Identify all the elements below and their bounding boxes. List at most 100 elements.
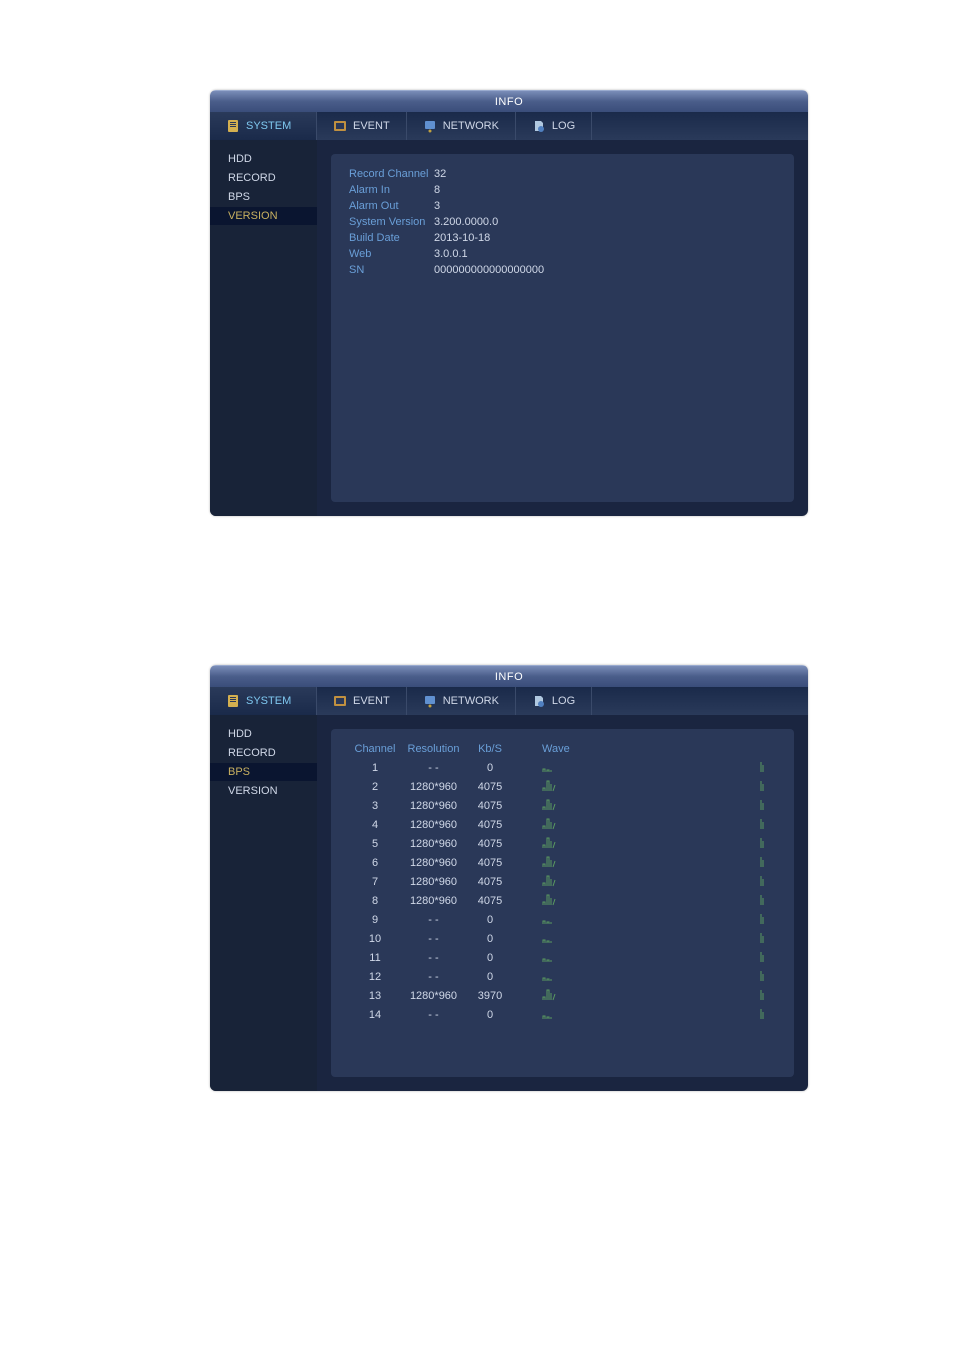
table-row: 31280*9604075 — [349, 797, 776, 814]
cell-resolution: 1280*960 — [401, 876, 466, 888]
cell-resolution: 1280*960 — [401, 781, 466, 793]
system-icon — [226, 694, 240, 708]
wave-icon — [514, 1006, 542, 1023]
cell-channel: 6 — [349, 857, 401, 869]
tab-label: SYSTEM — [246, 120, 291, 132]
cell-kbs: 0 — [466, 1009, 514, 1021]
wave-icon — [514, 835, 542, 852]
info-value: 2013-10-18 — [434, 232, 490, 244]
table-body: 1- -021280*960407531280*960407541280*960… — [349, 759, 776, 1023]
content-area: Record Channel 32 Alarm In 8 Alarm Out 3… — [317, 140, 808, 516]
sidebar-item-version[interactable]: VERSION — [210, 207, 317, 225]
cell-channel: 7 — [349, 876, 401, 888]
cell-channel: 11 — [349, 952, 401, 964]
cell-channel: 8 — [349, 895, 401, 907]
wave-icon — [542, 759, 776, 776]
cell-resolution: - - — [401, 914, 466, 926]
sidebar-item-bps[interactable]: BPS — [210, 763, 317, 781]
wave-icon — [514, 816, 542, 833]
cell-channel: 14 — [349, 1009, 401, 1021]
info-label: Alarm Out — [349, 200, 434, 212]
tab-label: SYSTEM — [246, 695, 291, 707]
cell-kbs: 4075 — [466, 895, 514, 907]
system-icon — [226, 119, 240, 133]
network-icon — [423, 694, 437, 708]
info-label: SN — [349, 264, 434, 276]
network-icon — [423, 119, 437, 133]
sidebar-item-bps[interactable]: BPS — [210, 188, 317, 206]
info-value: 8 — [434, 184, 440, 196]
wave-icon — [542, 949, 776, 966]
col-header-channel: Channel — [349, 743, 401, 755]
tab-bar: SYSTEM EVENT NETWORK LOG — [210, 687, 808, 715]
sidebar-item-version[interactable]: VERSION — [210, 782, 317, 800]
table-header: Channel Resolution Kb/S Wave — [349, 743, 776, 755]
tab-system[interactable]: SYSTEM — [210, 687, 317, 715]
col-header-resolution: Resolution — [401, 743, 466, 755]
sidebar-item-hdd[interactable]: HDD — [210, 725, 317, 743]
wave-icon — [514, 930, 542, 947]
cell-channel: 9 — [349, 914, 401, 926]
sidebar-item-record[interactable]: RECORD — [210, 169, 317, 187]
window-title: INFO — [210, 665, 808, 687]
wave-icon — [542, 797, 776, 814]
info-window-version: INFO SYSTEM EVENT NETWORK LOG — [210, 90, 808, 516]
table-row: 12- -0 — [349, 968, 776, 985]
tab-label: LOG — [552, 120, 575, 132]
info-row-sn: SN 000000000000000000 — [349, 264, 776, 276]
tab-log[interactable]: LOG — [516, 687, 592, 715]
info-row-alarm-in: Alarm In 8 — [349, 184, 776, 196]
sidebar-item-record[interactable]: RECORD — [210, 744, 317, 762]
log-icon — [532, 119, 546, 133]
tab-log[interactable]: LOG — [516, 112, 592, 140]
cell-kbs: 0 — [466, 933, 514, 945]
tab-label: LOG — [552, 695, 575, 707]
tab-bar: SYSTEM EVENT NETWORK LOG — [210, 112, 808, 140]
cell-resolution: 1280*960 — [401, 857, 466, 869]
table-row: 1- -0 — [349, 759, 776, 776]
wave-icon — [514, 949, 542, 966]
wave-icon — [542, 987, 776, 1004]
tab-network[interactable]: NETWORK — [407, 687, 516, 715]
info-label: System Version — [349, 216, 434, 228]
wave-icon — [542, 778, 776, 795]
col-header-wave: Wave — [514, 743, 694, 755]
cell-channel: 10 — [349, 933, 401, 945]
sidebar-item-hdd[interactable]: HDD — [210, 150, 317, 168]
cell-channel: 5 — [349, 838, 401, 850]
cell-resolution: 1280*960 — [401, 838, 466, 850]
cell-resolution: 1280*960 — [401, 819, 466, 831]
tab-event[interactable]: EVENT — [317, 687, 407, 715]
wave-icon — [542, 835, 776, 852]
tab-event[interactable]: EVENT — [317, 112, 407, 140]
info-label: Record Channel — [349, 168, 434, 180]
cell-channel: 2 — [349, 781, 401, 793]
wave-icon — [542, 968, 776, 985]
info-value: 3.0.0.1 — [434, 248, 468, 260]
cell-resolution: - - — [401, 971, 466, 983]
tab-system[interactable]: SYSTEM — [210, 112, 317, 140]
table-row: 14- -0 — [349, 1006, 776, 1023]
cell-resolution: - - — [401, 762, 466, 774]
tab-network[interactable]: NETWORK — [407, 112, 516, 140]
version-panel: Record Channel 32 Alarm In 8 Alarm Out 3… — [331, 154, 794, 502]
table-row: 9- -0 — [349, 911, 776, 928]
table-row: 41280*9604075 — [349, 816, 776, 833]
wave-icon — [514, 968, 542, 985]
cell-kbs: 4075 — [466, 857, 514, 869]
cell-kbs: 4075 — [466, 819, 514, 831]
cell-resolution: 1280*960 — [401, 800, 466, 812]
wave-icon — [542, 892, 776, 909]
tab-label: NETWORK — [443, 120, 499, 132]
col-header-kbs: Kb/S — [466, 743, 514, 755]
tab-label: EVENT — [353, 695, 390, 707]
info-row-build-date: Build Date 2013-10-18 — [349, 232, 776, 244]
table-row: 131280*9603970 — [349, 987, 776, 1004]
cell-channel: 12 — [349, 971, 401, 983]
table-row: 71280*9604075 — [349, 873, 776, 890]
wave-icon — [514, 778, 542, 795]
cell-kbs: 0 — [466, 971, 514, 983]
info-label: Web — [349, 248, 434, 260]
window-title: INFO — [210, 90, 808, 112]
wave-icon — [514, 987, 542, 1004]
